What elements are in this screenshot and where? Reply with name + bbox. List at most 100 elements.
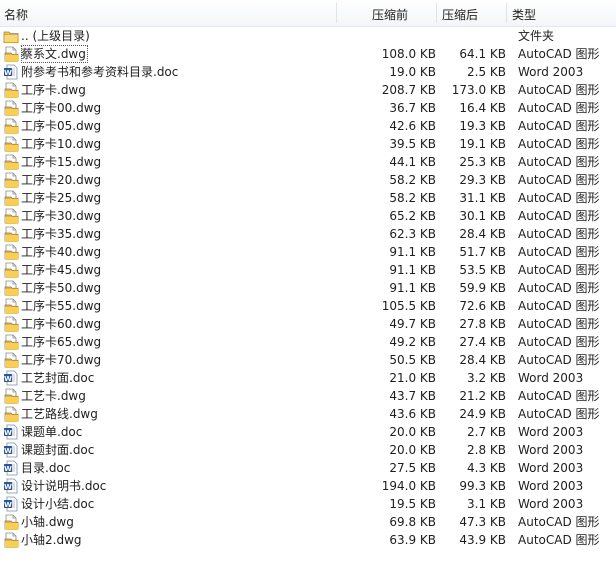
file-row[interactable]: 蔡系文.dwg 108.0 KB 64.1 KB AutoCAD 图形 [0, 45, 616, 63]
size-before: 108.0 KB [381, 47, 436, 61]
dwg-file-icon [3, 190, 19, 206]
file-name: 工序卡10.dwg [21, 137, 102, 151]
file-row[interactable]: 工序卡65.dwg 49.2 KB 27.4 KB AutoCAD 图形 [0, 333, 616, 351]
file-type: Word 2003 [518, 371, 584, 385]
size-after: 99.3 KB [459, 479, 506, 493]
word-doc-icon: W [3, 370, 19, 386]
size-after: 21.2 KB [459, 389, 506, 403]
file-type: AutoCAD 图形 [518, 83, 600, 97]
file-row[interactable]: 工序卡05.dwg 42.6 KB 19.3 KB AutoCAD 图形 [0, 117, 616, 135]
dwg-file-icon [3, 388, 19, 404]
size-before: 91.1 KB [389, 281, 436, 295]
file-row[interactable]: 工艺路线.dwg 43.6 KB 24.9 KB AutoCAD 图形 [0, 405, 616, 423]
file-name: 工序卡.dwg [21, 83, 86, 97]
file-name: 工序卡50.dwg [21, 281, 102, 295]
file-row[interactable]: 工序卡70.dwg 50.5 KB 28.4 KB AutoCAD 图形 [0, 351, 616, 369]
file-row[interactable]: 工序卡60.dwg 49.7 KB 27.8 KB AutoCAD 图形 [0, 315, 616, 333]
size-after: 173.0 KB [451, 83, 506, 97]
word-doc-icon: W [3, 442, 19, 458]
file-name: 工序卡65.dwg [21, 335, 102, 349]
file-row[interactable]: 工序卡10.dwg 39.5 KB 19.1 KB AutoCAD 图形 [0, 135, 616, 153]
file-name: 工序卡45.dwg [21, 263, 102, 277]
column-header-before[interactable]: 压缩前 [372, 6, 408, 23]
file-row[interactable]: 工序卡45.dwg 91.1 KB 53.5 KB AutoCAD 图形 [0, 261, 616, 279]
dwg-file-icon [3, 514, 19, 530]
word-doc-icon: W [3, 496, 19, 512]
dwg-file-icon [3, 82, 19, 98]
file-name: 设计说明书.doc [21, 479, 107, 493]
size-after: 4.3 KB [467, 461, 506, 475]
file-row[interactable]: 工序卡00.dwg 36.7 KB 16.4 KB AutoCAD 图形 [0, 99, 616, 117]
file-row[interactable]: 小轴2.dwg 63.9 KB 43.9 KB AutoCAD 图形 [0, 531, 616, 549]
word-doc-icon: W [3, 460, 19, 476]
file-type: AutoCAD 图形 [518, 335, 600, 349]
file-name: 设计小结.doc [21, 497, 95, 511]
file-row[interactable]: 工序卡25.dwg 58.2 KB 31.1 KB AutoCAD 图形 [0, 189, 616, 207]
column-header-type[interactable]: 类型 [512, 6, 536, 23]
size-after: 43.9 KB [459, 533, 506, 547]
size-before: 19.5 KB [389, 497, 436, 511]
file-row[interactable]: W 目录.doc 27.5 KB 4.3 KB Word 2003 [0, 459, 616, 477]
file-row[interactable]: 工序卡35.dwg 62.3 KB 28.4 KB AutoCAD 图形 [0, 225, 616, 243]
file-name: 工序卡70.dwg [21, 353, 102, 367]
file-row[interactable]: W 设计说明书.doc 194.0 KB 99.3 KB Word 2003 [0, 477, 616, 495]
file-row[interactable]: W 附参考书和参考资料目录.doc 19.0 KB 2.5 KB Word 2003 [0, 63, 616, 81]
file-row[interactable]: 工艺卡.dwg 43.7 KB 21.2 KB AutoCAD 图形 [0, 387, 616, 405]
file-row[interactable]: 工序卡.dwg 208.7 KB 173.0 KB AutoCAD 图形 [0, 81, 616, 99]
size-after: 2.8 KB [467, 443, 506, 457]
dwg-file-icon [3, 100, 19, 116]
column-header-name[interactable]: 名称 [4, 6, 28, 23]
dwg-file-icon [3, 352, 19, 368]
column-divider[interactable] [336, 3, 337, 23]
dwg-file-icon [3, 154, 19, 170]
file-row[interactable]: W 设计小结.doc 19.5 KB 3.1 KB Word 2003 [0, 495, 616, 513]
file-row[interactable]: W 课题封面.doc 20.0 KB 2.8 KB Word 2003 [0, 441, 616, 459]
size-after: 30.1 KB [459, 209, 506, 223]
size-after: 3.2 KB [467, 371, 506, 385]
size-after: 2.7 KB [467, 425, 506, 439]
file-name: 工序卡15.dwg [21, 155, 102, 169]
word-doc-icon: W [3, 424, 19, 440]
file-type: AutoCAD 图形 [518, 515, 600, 529]
svg-text:W: W [4, 465, 12, 473]
file-type: Word 2003 [518, 497, 584, 511]
size-before: 105.5 KB [381, 299, 436, 313]
file-row[interactable]: W 工艺封面.doc 21.0 KB 3.2 KB Word 2003 [0, 369, 616, 387]
size-after: 31.1 KB [459, 191, 506, 205]
svg-text:W: W [4, 375, 12, 383]
file-row[interactable]: 工序卡20.dwg 58.2 KB 29.3 KB AutoCAD 图形 [0, 171, 616, 189]
file-name: 工序卡05.dwg [21, 119, 102, 133]
column-header-after[interactable]: 压缩后 [442, 6, 478, 23]
size-before: 63.9 KB [389, 533, 436, 547]
file-type: AutoCAD 图形 [518, 191, 600, 205]
parent-directory-row[interactable]: .. (上级目录) 文件夹 [0, 27, 616, 45]
file-name: 工序卡25.dwg [21, 191, 102, 205]
dwg-file-icon [3, 334, 19, 350]
file-name: 课题单.doc [21, 425, 83, 439]
size-after: 28.4 KB [459, 227, 506, 241]
size-after: 72.6 KB [459, 299, 506, 313]
column-header-bar: 名称 压缩前 压缩后 类型 [0, 0, 616, 27]
file-name: 工艺路线.dwg [21, 407, 98, 421]
column-divider[interactable] [436, 3, 437, 23]
column-divider[interactable] [506, 3, 507, 23]
file-row[interactable]: 小轴.dwg 69.8 KB 47.3 KB AutoCAD 图形 [0, 513, 616, 531]
dwg-file-icon [3, 298, 19, 314]
file-name: 工序卡55.dwg [21, 299, 102, 313]
svg-text:W: W [4, 69, 12, 77]
size-before: 44.1 KB [389, 155, 436, 169]
file-type: AutoCAD 图形 [518, 137, 600, 151]
file-name: 工序卡40.dwg [21, 245, 102, 259]
file-row[interactable]: 工序卡30.dwg 65.2 KB 30.1 KB AutoCAD 图形 [0, 207, 616, 225]
dwg-file-icon [3, 136, 19, 152]
file-type: AutoCAD 图形 [518, 119, 600, 133]
svg-text:W: W [4, 501, 12, 509]
file-row[interactable]: W 课题单.doc 20.0 KB 2.7 KB Word 2003 [0, 423, 616, 441]
file-row[interactable]: 工序卡40.dwg 91.1 KB 51.7 KB AutoCAD 图形 [0, 243, 616, 261]
size-before: 91.1 KB [389, 245, 436, 259]
file-row[interactable]: 工序卡50.dwg 91.1 KB 59.9 KB AutoCAD 图形 [0, 279, 616, 297]
size-before: 50.5 KB [389, 353, 436, 367]
file-row[interactable]: 工序卡15.dwg 44.1 KB 25.3 KB AutoCAD 图形 [0, 153, 616, 171]
file-row[interactable]: 工序卡55.dwg 105.5 KB 72.6 KB AutoCAD 图形 [0, 297, 616, 315]
file-name: 工序卡20.dwg [21, 173, 102, 187]
